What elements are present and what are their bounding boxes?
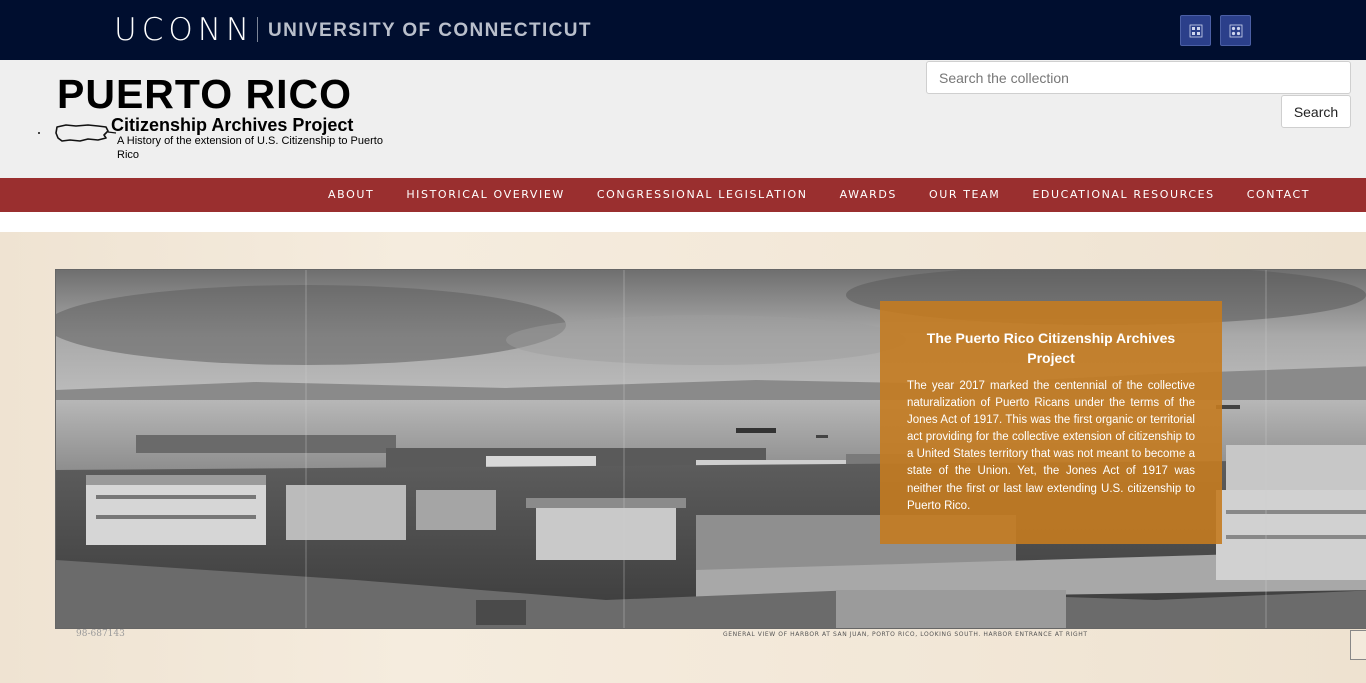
site-header: PUERTO RICO Citizenship Archives Project… — [0, 60, 1366, 178]
search-utility-button[interactable] — [1180, 15, 1211, 46]
photo-caption: GENERAL VIEW OF HARBOR AT SAN JUAN, PORT… — [723, 631, 1088, 638]
nav-item-about[interactable]: ABOUT — [312, 178, 390, 212]
hero-banner: 98-687143 GENERAL VIEW OF HARBOR AT SAN … — [0, 232, 1366, 683]
nav-item-contact[interactable]: CONTACT — [1231, 178, 1326, 212]
overlay-title: The Puerto Rico Citizenship Archives Pro… — [926, 330, 1176, 366]
search-input[interactable] — [926, 61, 1351, 94]
hero-overlay-card: The Puerto Rico Citizenship Archives Pro… — [880, 301, 1222, 544]
search-icon — [1189, 24, 1203, 38]
nav-item-awards[interactable]: AWARDS — [824, 178, 913, 212]
puerto-rico-map-icon — [36, 119, 118, 152]
search-button[interactable]: Search — [1281, 95, 1351, 128]
nav-item-our-team[interactable]: OUR TEAM — [913, 178, 1016, 212]
nav-item-historical-overview[interactable]: HISTORICAL OVERVIEW — [390, 178, 581, 212]
nav-item-educational-resources[interactable]: EDUCATIONAL RESOURCES — [1016, 178, 1230, 212]
uconn-wordmark[interactable]: UCONN — [114, 12, 254, 48]
logo-subtitle: Citizenship Archives Project — [111, 115, 354, 135]
university-name[interactable]: UNIVERSITY OF CONNECTICUT — [268, 20, 592, 42]
apps-utility-button[interactable] — [1220, 15, 1251, 46]
photo-catalog-number: 98-687143 — [76, 629, 125, 639]
uconn-banner: UCONN UNIVERSITY OF CONNECTICUT — [0, 0, 1366, 60]
logo-tagline: A History of the extension of U.S. Citiz… — [117, 135, 383, 161]
logo-title: PUERTO RICO — [57, 71, 352, 117]
corner-stamp — [1350, 630, 1366, 660]
apps-icon — [1229, 24, 1243, 38]
banner-divider — [257, 17, 258, 42]
nav-list: ABOUT HISTORICAL OVERVIEW CONGRESSIONAL … — [312, 178, 1326, 212]
overlay-body: The year 2017 marked the centennial of t… — [907, 380, 1195, 512]
site-logo[interactable]: PUERTO RICO Citizenship Archives Project… — [36, 71, 396, 161]
nav-item-congressional-legislation[interactable]: CONGRESSIONAL LEGISLATION — [581, 178, 824, 212]
main-nav: ABOUT HISTORICAL OVERVIEW CONGRESSIONAL … — [0, 178, 1366, 212]
